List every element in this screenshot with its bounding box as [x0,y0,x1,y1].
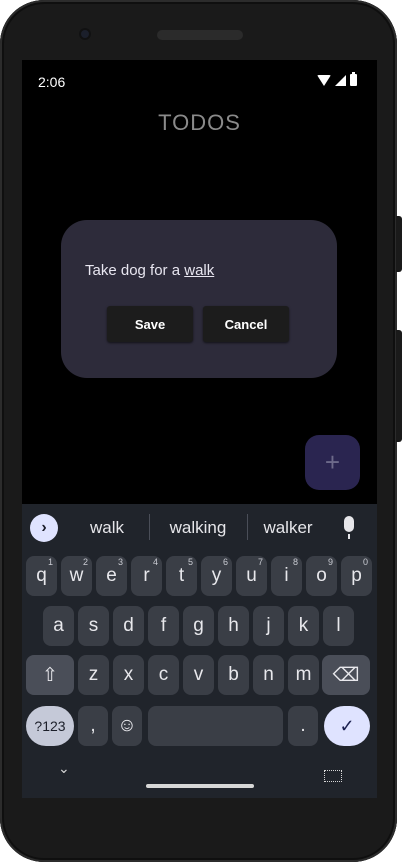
key-hint: 4 [152,557,158,567]
key-hint: 8 [292,557,298,567]
key-y[interactable]: y6 [201,556,232,596]
key-label: r [143,565,150,586]
key-u[interactable]: u7 [236,556,267,596]
key-w[interactable]: w2 [61,556,92,596]
key-g[interactable]: g [183,606,214,646]
key-c[interactable]: c [148,655,179,695]
app-title: TODOS [158,110,241,135]
power-button [396,216,402,272]
key-t[interactable]: t5 [166,556,197,596]
shift-icon: ⇧ [42,664,58,686]
key-label: t [178,565,185,586]
key-hint: 5 [187,557,193,567]
add-todo-button[interactable]: + [305,435,360,490]
key-i[interactable]: i8 [271,556,302,596]
key-z[interactable]: z [78,655,109,695]
edit-todo-dialog: Take dog for a walk Save Cancel [61,220,337,378]
shift-key[interactable]: ⇧ [26,655,74,695]
soft-keyboard: › walk walking walker ?123 , ☺ . ✓ ⇧ ⌫ ⌄… [22,504,377,798]
suggestion-divider [247,514,248,540]
gesture-nav-handle[interactable] [146,784,254,788]
status-icons [317,72,357,86]
key-hint: 7 [257,557,263,567]
period-key[interactable]: . [288,706,318,746]
todo-text-prefix: Take dog for a [85,262,185,279]
symbols-key[interactable]: ?123 [26,706,74,746]
key-hint: 0 [362,557,368,567]
key-m[interactable]: m [288,655,319,695]
comma-key[interactable]: , [78,706,108,746]
suggestion-1[interactable]: walk [74,518,140,538]
key-label: u [246,565,257,586]
status-time: 2:06 [38,74,66,90]
key-v[interactable]: v [183,655,214,695]
key-l[interactable]: l [323,606,354,646]
key-q[interactable]: q1 [26,556,57,596]
suggestion-2[interactable]: walking [156,518,240,538]
key-b[interactable]: b [218,655,249,695]
key-h[interactable]: h [218,606,249,646]
volume-button [396,330,402,442]
key-hint: 3 [117,557,123,567]
key-j[interactable]: j [253,606,284,646]
key-o[interactable]: o9 [306,556,337,596]
hide-keyboard-icon[interactable]: ⌄ [58,760,70,777]
key-s[interactable]: s [78,606,109,646]
enter-key[interactable]: ✓ [324,706,370,746]
keyboard-switch-icon[interactable] [324,770,342,782]
status-bar: 2:06 [22,60,377,100]
key-hint: 9 [327,557,333,567]
key-p[interactable]: p0 [341,556,372,596]
screen: 2:06 TODOS Take dog for a walk Save Canc… [22,60,377,798]
key-d[interactable]: d [113,606,144,646]
expand-toolbar-icon[interactable]: › [30,514,58,542]
key-e[interactable]: e3 [96,556,127,596]
key-hint: 2 [82,557,88,567]
key-label: q [36,565,47,586]
suggestion-strip: › walk walking walker [22,504,377,548]
signal-icon [335,74,346,86]
suggestion-3[interactable]: walker [254,518,322,538]
backspace-key[interactable]: ⌫ [322,655,370,695]
microphone-icon[interactable] [344,516,354,539]
backspace-icon: ⌫ [332,664,360,686]
battery-icon [350,72,357,86]
space-key[interactable] [148,706,283,746]
key-x[interactable]: x [113,655,144,695]
key-label: p [351,565,362,586]
save-button[interactable]: Save [107,306,193,342]
wifi-icon [317,74,331,86]
front-camera [79,28,91,40]
key-f[interactable]: f [148,606,179,646]
key-k[interactable]: k [288,606,319,646]
key-label: o [316,565,327,586]
key-n[interactable]: n [253,655,284,695]
key-label: e [106,565,117,586]
emoji-key[interactable]: ☺ [112,706,142,746]
speaker-grille [157,30,243,40]
cancel-button[interactable]: Cancel [203,306,289,342]
check-icon: ✓ [339,715,355,736]
key-label: i [284,565,289,586]
key-r[interactable]: r4 [131,556,162,596]
todo-text-field[interactable]: Take dog for a walk [85,262,214,279]
suggestion-divider [149,514,150,540]
todo-text-composing-word: walk [184,262,215,279]
key-a[interactable]: a [43,606,74,646]
key-label: y [211,565,222,586]
key-hint: 1 [47,557,53,567]
key-label: w [69,565,84,586]
key-hint: 6 [222,557,228,567]
